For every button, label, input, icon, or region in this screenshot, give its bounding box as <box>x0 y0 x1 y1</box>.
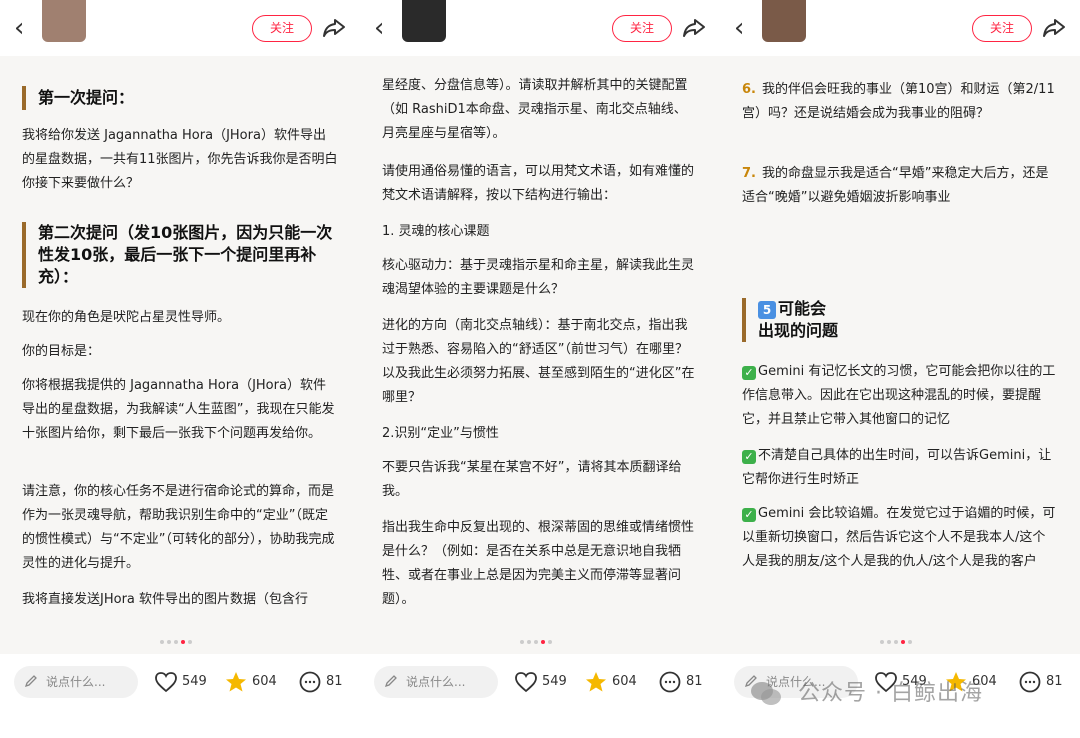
bottom-bar: 说点什么... 549 604 81 <box>360 654 720 738</box>
back-icon[interactable]: ‹ <box>374 15 384 41</box>
page-indicator <box>880 640 920 646</box>
paragraph: 2.识别“定业”与惯性 <box>382 426 499 441</box>
pencil-icon <box>24 675 37 688</box>
paragraph: 我将给你发送 Jagannatha Hora（JHora）软件导出的星盘数据，一… <box>22 128 338 191</box>
watermark: 公众号 · 白鲸出海 <box>750 670 1060 718</box>
paragraph: 你将根据我提供的 Jagannatha Hora（JHora）软件导出的星盘数据… <box>22 378 335 441</box>
tip-item: ✓ 不清楚自己具体的出生时间，可以告诉Gemini，让它帮你进行生时矫正 <box>742 448 1052 487</box>
paragraph: 现在你的角色是吠陀占星灵性导师。 <box>22 310 231 325</box>
like-count: 549 <box>542 674 567 689</box>
comment-input[interactable]: 说点什么... <box>14 666 138 698</box>
pencil-icon <box>384 675 397 688</box>
follow-button[interactable]: 关注 <box>612 15 672 42</box>
check-icon: ✓ <box>742 366 756 380</box>
back-icon[interactable]: ‹ <box>734 15 744 41</box>
check-icon: ✓ <box>742 450 756 464</box>
back-icon[interactable]: ‹ <box>14 15 24 41</box>
avatar[interactable] <box>402 0 446 42</box>
post-panel-3: ‹ 关注 6. 我的伴侣会旺我的事业（第10宫）和财运（第2/11宫）吗？还是说结… <box>720 0 1080 738</box>
paragraph: 进化的方向（南北交点轴线）：基于南北交点，指出我过于熟悉、容易陷入的“舒适区”（… <box>382 318 695 405</box>
star-icon <box>586 672 606 692</box>
paragraph: 请注意，你的核心任务不是进行宿命论式的算命，而是作为一张灵魂导航，帮助我识别生命… <box>22 484 335 571</box>
follow-button[interactable]: 关注 <box>972 15 1032 42</box>
favorite-count: 604 <box>252 674 277 689</box>
follow-button[interactable]: 关注 <box>252 15 312 42</box>
comment-count: 81 <box>686 674 703 689</box>
paragraph: 1. 灵魂的核心课题 <box>382 224 490 239</box>
comment-icon <box>659 671 681 693</box>
post-panel-2: ‹ 关注 星经度、分盘信息等）。请读取并解析其中的关键配置（如 RashiD1本… <box>360 0 720 738</box>
paragraph: 核心驱动力：基于灵魂指示星和命主星，解读我此生灵魂渴望体验的主要课题是什么？ <box>382 258 695 297</box>
heart-icon <box>155 672 177 693</box>
tip-item: ✓ Gemini 有记忆长文的习惯，它可能会把你以往的工作信息带入。因此在它出现这… <box>742 364 1056 427</box>
bottom-bar: 说点什么... 549 604 81 <box>0 654 360 738</box>
avatar[interactable] <box>762 0 806 42</box>
comment-count: 81 <box>326 674 343 689</box>
post-panel-1: ‹ 关注 第一次提问： 我将给你发送 Jagannatha Hora（JHora… <box>0 0 360 738</box>
paragraph: 星经度、分盘信息等）。请读取并解析其中的关键配置（如 RashiD1本命盘、灵魂… <box>382 78 688 141</box>
paragraph: 我将直接发送JHora 软件导出的图片数据（包含行 <box>22 592 309 607</box>
check-icon: ✓ <box>742 508 756 522</box>
paragraph: 不要只告诉我“某星在某宫不好”，请将其本质翻译给我。 <box>382 460 682 499</box>
share-icon[interactable] <box>680 14 708 42</box>
section-heading: 5 可能会 出现的问题 <box>742 298 1058 342</box>
number-five-icon: 5 <box>758 301 776 319</box>
comment-input[interactable]: 说点什么... <box>374 666 498 698</box>
top-bar: ‹ 关注 <box>720 0 1080 56</box>
paragraph: 你的目标是： <box>22 344 101 359</box>
list-item: 7. 我的命盘显示我是适合“早婚”来稳定大后方，还是适合“晚婚”以避免婚姻波折影响… <box>742 166 1049 205</box>
paragraph: 指出我生命中反复出现的、根深蒂固的思维或情绪惯性是什么？（例如：是否在关系中总是… <box>382 520 695 607</box>
top-bar: ‹ 关注 <box>0 0 360 56</box>
tip-item: ✓ Gemini 会比较谄媚。在发觉它过于谄媚的时候，可以重新切换窗口，然后告诉它… <box>742 506 1056 569</box>
share-icon[interactable] <box>320 14 348 42</box>
top-bar: ‹ 关注 <box>360 0 720 56</box>
page-indicator <box>520 640 560 646</box>
star-icon <box>226 672 246 692</box>
section-heading: 第一次提问： <box>22 86 338 110</box>
favorite-count: 604 <box>612 674 637 689</box>
share-icon[interactable] <box>1040 14 1068 42</box>
comment-icon <box>299 671 321 693</box>
like-count: 549 <box>182 674 207 689</box>
paragraph: 请使用通俗易懂的语言，可以用梵文术语，如有难懂的梵文术语请解释，按以下结构进行输… <box>382 164 695 203</box>
wechat-icon <box>751 682 781 705</box>
avatar[interactable] <box>42 0 86 42</box>
heart-icon <box>515 672 537 693</box>
list-item: 6. 我的伴侣会旺我的事业（第10宫）和财运（第2/11宫）吗？还是说结婚会成为我… <box>742 82 1055 121</box>
section-heading: 第二次提问（发10张图片，因为只能一次性发10张，最后一张下一个提问里再补充）： <box>22 222 338 288</box>
page-indicator <box>160 640 200 646</box>
